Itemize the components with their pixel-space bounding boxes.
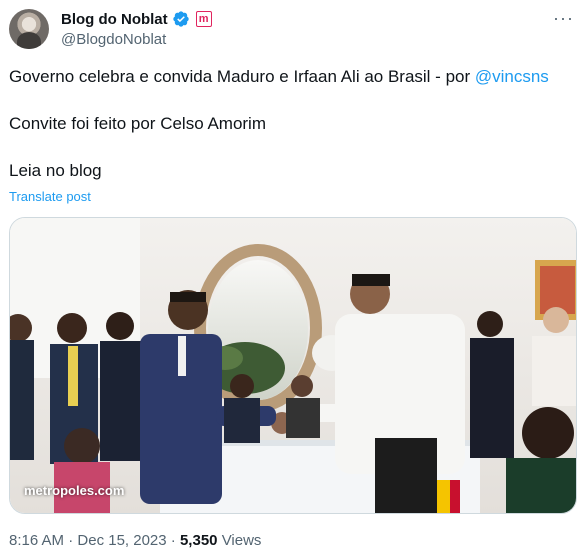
translate-post-link[interactable]: Translate post	[9, 189, 91, 204]
post-image[interactable]: metropoles.com	[9, 217, 577, 514]
post-header: Blog do Noblat m @BlogdoNoblat ···	[9, 9, 577, 51]
post-text: Governo celebra e convida Maduro e Irfaa…	[9, 66, 569, 207]
image-watermark: metropoles.com	[24, 483, 125, 498]
author-handle[interactable]: @BlogdoNoblat	[61, 31, 166, 48]
metropoles-badge-icon[interactable]: m	[195, 11, 212, 27]
post-headline: Governo celebra e convida Maduro e Irfaa…	[9, 67, 475, 86]
post-text-line-2: Convite foi feito por Celso Amorim	[9, 114, 266, 133]
mention-link[interactable]: @vincsns	[475, 67, 549, 86]
meta-separator-2: ·	[166, 532, 180, 549]
post-text-line-3: Leia no blog	[9, 161, 102, 180]
views-label: Views	[221, 532, 262, 549]
verified-badge-icon	[172, 11, 189, 27]
meta-separator: ·	[64, 532, 78, 549]
post-date[interactable]: Dec 15, 2023	[77, 532, 166, 549]
post-meta: 8:16 AM · Dec 15, 2023 · 5,350 Views	[9, 532, 261, 549]
more-options-icon[interactable]: ···	[553, 9, 573, 31]
photo-scene	[10, 218, 576, 513]
post-text-line-1: Governo celebra e convida Maduro e Irfaa…	[9, 66, 569, 88]
author-name-row: Blog do Noblat m	[61, 10, 212, 28]
views-count[interactable]: 5,350	[180, 532, 218, 549]
post-time[interactable]: 8:16 AM	[9, 532, 64, 549]
author-name[interactable]: Blog do Noblat	[61, 11, 168, 28]
author-avatar[interactable]	[9, 9, 49, 49]
